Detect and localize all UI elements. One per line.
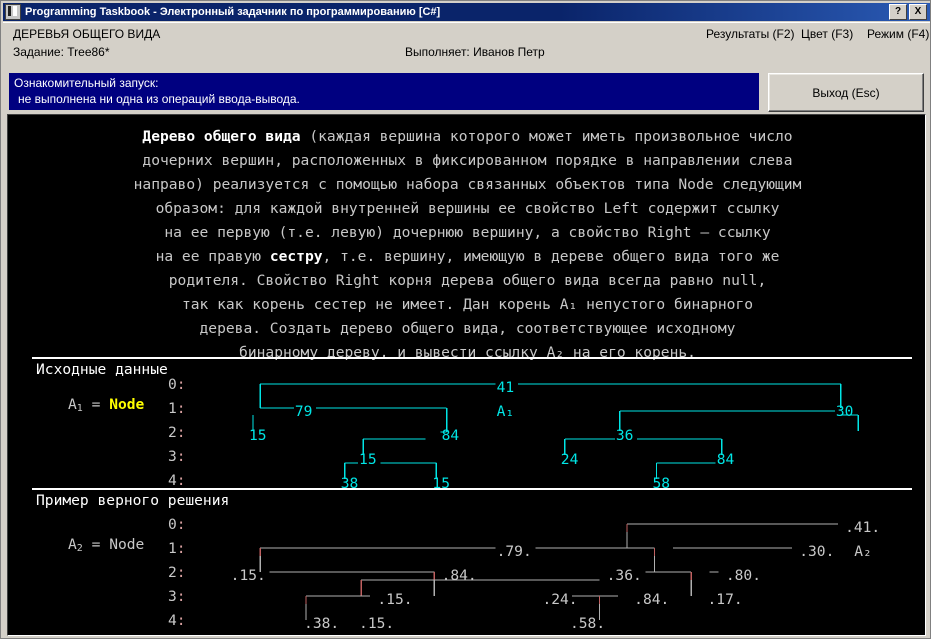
solution-var-label: A2 = Node xyxy=(68,536,145,554)
solution-section-title: Пример верного решения xyxy=(36,492,230,509)
input-var-label: A1 = Node xyxy=(68,396,145,414)
window-controls: ? X xyxy=(889,4,927,20)
input-section-title: Исходные данные xyxy=(36,361,168,378)
tree-node-value: .17. xyxy=(707,591,743,608)
tree-node-value: .15. xyxy=(359,615,395,632)
tree-node-value: 41 xyxy=(496,379,515,396)
statement-line: образом: для каждой внутренней вершины е… xyxy=(155,200,780,217)
depth-label: 0: xyxy=(168,516,186,533)
tree-node-value: .58. xyxy=(569,615,606,632)
help-button[interactable]: ? xyxy=(889,4,907,20)
tree-node-value: 58 xyxy=(652,475,671,492)
console-area: Дерево общего вида (каждая вершина котор… xyxy=(7,114,926,636)
mode-hotkey[interactable]: Режим (F4) xyxy=(867,27,929,41)
application-window: Programming Taskbook - Электронный задач… xyxy=(0,0,931,639)
tree-node-value: 79 xyxy=(294,403,313,420)
performer-name: Выполняет: Иванов Петр xyxy=(405,45,545,59)
status-row: Ознакомительный запуск: не выполнена ни … xyxy=(3,68,930,112)
tree-node-value: 84 xyxy=(441,427,460,444)
tree-node-value: .80. xyxy=(725,567,762,584)
close-button[interactable]: X xyxy=(909,4,927,20)
tree-node-value: .41. xyxy=(845,519,881,536)
tree-node-value: .24. xyxy=(542,591,578,608)
tree-node-value: 24 xyxy=(560,451,579,468)
depth-label: 3: xyxy=(168,448,186,465)
statement-line: родителя. Свойство Right корня дерева об… xyxy=(168,272,767,289)
exit-button[interactable]: Выход (Esc) xyxy=(768,73,924,112)
color-hotkey[interactable]: Цвет (F3) xyxy=(801,27,853,41)
statement-line: направо) реализуется с помощью набора св… xyxy=(133,176,802,193)
statement-line: Дерево общего вида (каждая вершина котор… xyxy=(142,128,793,145)
statement-line: на ее правую сестру, т.е. вершину, имеющ… xyxy=(155,248,780,265)
tree-node-value: 15 xyxy=(359,451,377,468)
tree-node-value: .30. xyxy=(799,543,835,560)
statement-line: дочерних вершин, расположенных в фиксиро… xyxy=(142,152,793,169)
solution-section-divider xyxy=(32,488,912,490)
title-bar: Programming Taskbook - Электронный задач… xyxy=(3,3,930,21)
depth-label: 1: xyxy=(168,400,186,417)
tree-node-value: .15. xyxy=(230,567,266,584)
tree-root-marker: A₂ xyxy=(854,543,872,560)
tree-node-value: .84. xyxy=(634,591,670,608)
statement-line: дерева. Создать дерево общего вида, соот… xyxy=(199,320,736,337)
tree-node-value: 84 xyxy=(716,451,735,468)
status-message: Ознакомительный запуск: не выполнена ни … xyxy=(9,73,759,110)
tree-node-value: 15 xyxy=(432,475,450,492)
input-depth-gutter: 0: 1: 2: 3: 4: xyxy=(168,373,186,493)
tree-node-value: .79. xyxy=(496,543,532,560)
results-hotkey[interactable]: Результаты (F2) xyxy=(706,27,795,41)
depth-label: 2: xyxy=(168,424,186,441)
statement-line: так как корень сестер не имеет. Дан коре… xyxy=(181,296,754,313)
tree-node-value: 36 xyxy=(615,427,634,444)
status-line-1: Ознакомительный запуск: xyxy=(14,76,159,90)
depth-label: 1: xyxy=(168,540,186,557)
status-line-2: не выполнена ни одна из операций ввода-в… xyxy=(18,92,300,106)
topic-title: ДЕРЕВЬЯ ОБЩЕГО ВИДА xyxy=(13,27,161,41)
taskbook-icon xyxy=(5,4,21,20)
task-statement: Дерево общего вида (каждая вершина котор… xyxy=(8,125,925,365)
tree-node-value: 38 xyxy=(340,475,359,492)
window-title: Programming Taskbook - Электронный задач… xyxy=(25,6,441,18)
solution-depth-gutter: 0: 1: 2: 3: 4: xyxy=(168,513,186,633)
statement-line: на ее первую (т.е. левую) дочернюю верши… xyxy=(164,224,771,241)
tree-root-marker: A₁ xyxy=(496,403,515,420)
depth-label: 0: xyxy=(168,376,186,393)
tree-node-value: .84. xyxy=(441,567,477,584)
tree-node-value: 30 xyxy=(835,403,854,420)
tree-node-value: .36. xyxy=(606,567,642,584)
info-band: ДЕРЕВЬЯ ОБЩЕГО ВИДА Задание: Tree86* Вып… xyxy=(3,22,930,66)
tree-node-value: .15. xyxy=(377,591,413,608)
input-section-divider xyxy=(32,357,912,359)
depth-label: 3: xyxy=(168,588,186,605)
task-id: Задание: Tree86* xyxy=(13,45,110,59)
tree-node-value: 15 xyxy=(249,427,267,444)
depth-label: 2: xyxy=(168,564,186,581)
tree-node-value: .38. xyxy=(304,615,340,632)
depth-label: 4: xyxy=(168,612,186,629)
